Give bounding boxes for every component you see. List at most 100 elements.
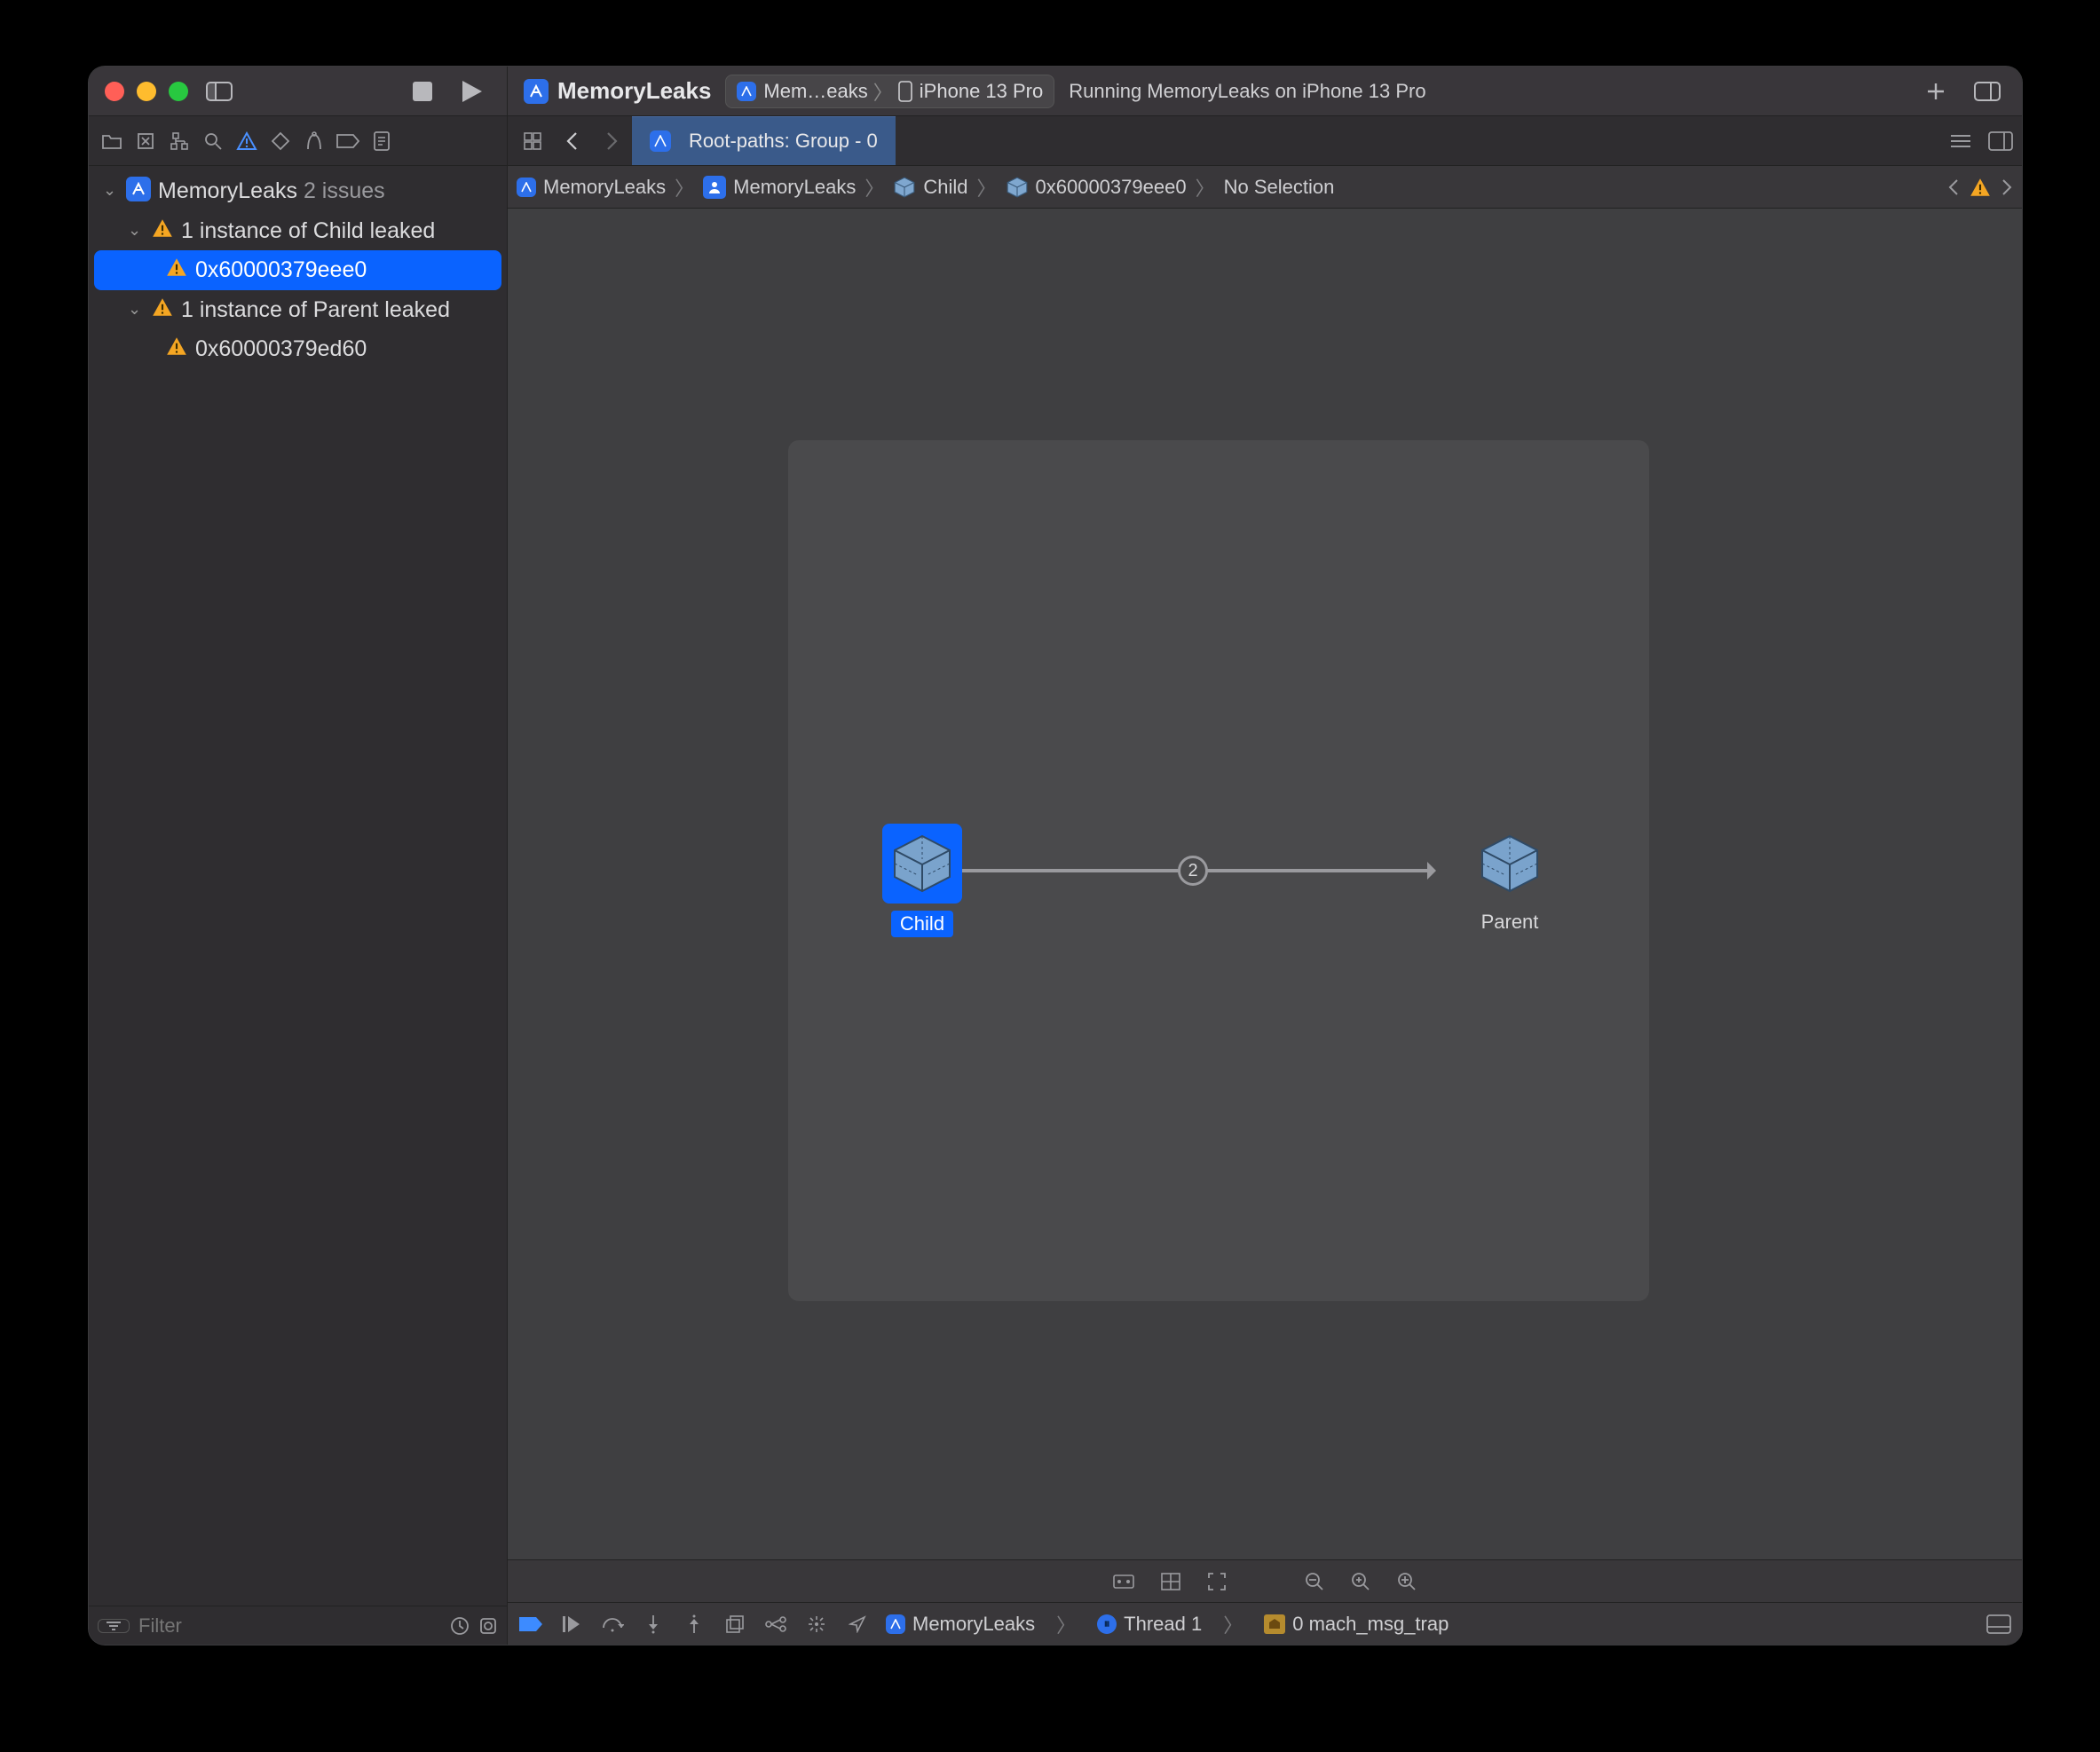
editor-lines-icon[interactable] — [1949, 132, 1972, 150]
debug-frame[interactable]: 0 mach_msg_trap — [1292, 1613, 1449, 1636]
debug-app-icon — [886, 1614, 905, 1634]
node-cube-icon — [882, 824, 962, 904]
filter-scope-icon[interactable] — [98, 1619, 130, 1633]
search-navigator-icon[interactable] — [199, 127, 227, 155]
warning-icon — [151, 296, 174, 319]
scope-filter-icon[interactable] — [478, 1616, 498, 1636]
issue-group-title: 1 instance of Child leaked — [181, 217, 435, 246]
next-issue-icon[interactable] — [2001, 178, 2013, 196]
warning-icon — [1969, 176, 1992, 199]
minimize-window[interactable] — [137, 82, 156, 101]
step-into-icon[interactable] — [641, 1614, 666, 1634]
tab-label: Root-paths: Group - 0 — [689, 130, 878, 153]
issue-address-row[interactable]: 0x60000379eee0 — [94, 250, 501, 290]
stop-button[interactable] — [404, 73, 441, 110]
library-toggle-icon[interactable] — [1969, 73, 2006, 110]
disclosure-icon[interactable]: ⌄ — [128, 220, 144, 241]
disclosure-icon[interactable]: ⌄ — [103, 180, 119, 201]
related-items-icon[interactable] — [513, 116, 552, 165]
memory-graph-canvas[interactable]: 2 Child Parent — [508, 209, 2022, 1559]
issue-address: 0x60000379ed60 — [195, 335, 367, 364]
jump-crumb[interactable]: No Selection — [1224, 176, 1335, 199]
focus-icon[interactable] — [1206, 1571, 1228, 1592]
graph-edge[interactable]: 2 — [953, 869, 1433, 872]
jump-bar[interactable]: MemoryLeaks 〉 MemoryLeaks 〉 Child 〉 0x60… — [508, 166, 2022, 209]
titlebar-right: MemoryLeaks Mem…eaks 〉 iPhone 13 Pro Run… — [508, 67, 2022, 116]
continue-icon[interactable] — [559, 1615, 584, 1633]
debug-memory-graph-icon[interactable] — [763, 1616, 788, 1632]
jump-crumb[interactable]: MemoryLeaks — [733, 176, 856, 199]
disclosure-icon[interactable]: ⌄ — [128, 299, 144, 320]
project-label: MemoryLeaks — [158, 178, 297, 203]
layout-mode-icon[interactable] — [1160, 1572, 1181, 1591]
cube-icon — [1006, 176, 1029, 199]
tab-app-icon — [650, 130, 671, 152]
run-button[interactable] — [454, 73, 491, 110]
issue-navigator-icon[interactable] — [233, 127, 261, 155]
nav-forward-icon[interactable] — [593, 131, 632, 151]
issue-address-row[interactable]: 0x60000379ed60 — [89, 329, 507, 369]
node-label: Parent — [1481, 911, 1539, 934]
scm-navigator-icon[interactable] — [131, 127, 160, 155]
symbol-navigator-icon[interactable] — [165, 127, 193, 155]
nav-back-icon[interactable] — [552, 131, 591, 151]
filter-input[interactable] — [138, 1614, 441, 1638]
project-row[interactable]: ⌄ MemoryLeaks 2 issues — [89, 171, 507, 211]
graph-viewport: 2 Child Parent — [788, 440, 1649, 1301]
chevron-right-icon: 〉 — [1190, 173, 1220, 201]
zoom-fit-icon[interactable] — [1350, 1571, 1371, 1592]
add-button[interactable] — [1917, 73, 1954, 110]
graph-node-parent[interactable]: Parent — [1461, 824, 1559, 934]
report-navigator-icon[interactable] — [367, 127, 396, 155]
zoom-out-icon[interactable] — [1304, 1571, 1325, 1592]
titlebar-left — [89, 67, 508, 116]
breakpoints-toggle-icon[interactable] — [518, 1616, 543, 1632]
recent-filter-icon[interactable] — [450, 1616, 470, 1636]
debug-thread[interactable]: Thread 1 — [1124, 1613, 1202, 1636]
editor-tabbar: Root-paths: Group - 0 — [508, 116, 2022, 166]
sidebar-toggle-icon[interactable] — [201, 73, 238, 110]
issue-group-row[interactable]: ⌄ 1 instance of Child leaked — [89, 211, 507, 251]
issue-navigator: ⌄ MemoryLeaks 2 issues ⌄ 1 instance of C… — [89, 166, 508, 1645]
jump-crumb[interactable]: Child — [923, 176, 967, 199]
issue-count: 2 issues — [304, 178, 385, 203]
warning-icon — [165, 335, 188, 358]
debug-process[interactable]: MemoryLeaks — [912, 1613, 1035, 1636]
debug-navigator-icon[interactable] — [300, 127, 328, 155]
folder-navigator-icon[interactable] — [98, 127, 126, 155]
prev-issue-icon[interactable] — [1947, 178, 1960, 196]
test-navigator-icon[interactable] — [266, 127, 295, 155]
editor-tab[interactable]: Root-paths: Group - 0 — [632, 116, 896, 165]
chevron-right-icon: 〉 — [669, 173, 699, 201]
breakpoint-navigator-icon[interactable] — [334, 127, 362, 155]
show-only-leaks-icon[interactable] — [1112, 1572, 1135, 1591]
scheme-app-icon — [737, 82, 756, 101]
zoom-in-icon[interactable] — [1396, 1571, 1417, 1592]
traffic-lights — [105, 82, 188, 101]
project-title[interactable]: MemoryLeaks — [524, 77, 711, 105]
chevron-right-icon: 〉 — [859, 173, 889, 201]
jump-crumb[interactable]: 0x60000379eee0 — [1036, 176, 1187, 199]
simulate-location-icon[interactable] — [845, 1615, 870, 1633]
step-over-icon[interactable] — [600, 1615, 625, 1633]
graph-node-child[interactable]: Child — [873, 824, 971, 937]
debug-area-toggle-icon[interactable] — [1986, 1614, 2011, 1634]
app-icon — [524, 79, 549, 104]
close-window[interactable] — [105, 82, 124, 101]
editor-split-icon[interactable] — [1988, 131, 2013, 151]
chevron-right-icon: 〉 — [971, 173, 1001, 201]
navigator-toolbar — [89, 116, 508, 166]
issue-address: 0x60000379eee0 — [195, 256, 367, 285]
step-out-icon[interactable] — [682, 1614, 707, 1634]
scheme-device-pill[interactable]: Mem…eaks 〉 iPhone 13 Pro — [725, 75, 1054, 108]
chevron-right-icon: 〉 — [1051, 1610, 1081, 1638]
cube-icon — [893, 176, 916, 199]
jump-crumb[interactable]: MemoryLeaks — [543, 176, 666, 199]
warning-icon — [151, 217, 174, 240]
zoom-window[interactable] — [169, 82, 188, 101]
debug-view-hierarchy-icon[interactable] — [722, 1614, 747, 1634]
edge-count-badge: 2 — [1178, 856, 1208, 886]
navigator-filter-bar — [89, 1606, 507, 1645]
env-overrides-icon[interactable] — [804, 1614, 829, 1634]
issue-group-row[interactable]: ⌄ 1 instance of Parent leaked — [89, 290, 507, 330]
